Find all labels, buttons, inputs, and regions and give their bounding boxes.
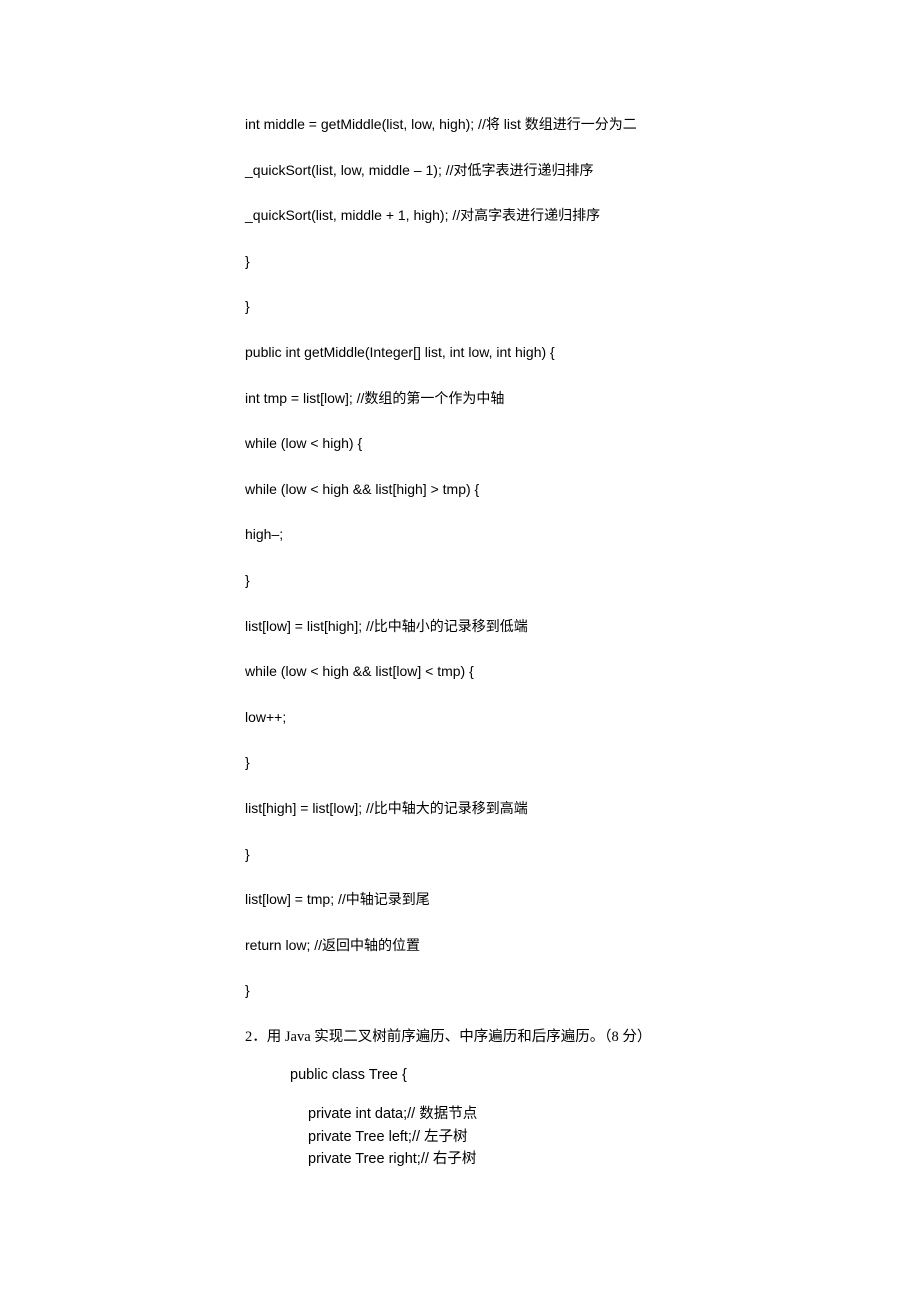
field-declaration: private Tree right;// 右子树 <box>0 1148 920 1170</box>
code-line: } <box>0 753 920 773</box>
code-line: } <box>0 845 920 865</box>
code-line: list[low] = tmp; //中轴记录到尾 <box>0 890 920 910</box>
code-line: int middle = getMiddle(list, low, high);… <box>0 115 920 135</box>
code-line: return low; //返回中轴的位置 <box>0 936 920 956</box>
class-declaration: public class Tree { <box>0 1065 920 1085</box>
code-line: public int getMiddle(Integer[] list, int… <box>0 343 920 363</box>
field-declaration: private Tree left;// 左子树 <box>0 1126 920 1148</box>
question-number: 2． <box>245 1029 267 1045</box>
code-line: } <box>0 981 920 1001</box>
code-line: } <box>0 252 920 272</box>
question-text: 用 Java 实现二叉树前序遍历、中序遍历和后序遍历。（8 分） <box>267 1029 652 1045</box>
document-page: int middle = getMiddle(list, low, high);… <box>0 0 920 1302</box>
code-line: while (low < high && list[low] < tmp) { <box>0 662 920 682</box>
code-line: _quickSort(list, low, middle – 1); //对低字… <box>0 161 920 181</box>
code-line: low++; <box>0 708 920 728</box>
code-line: } <box>0 297 920 317</box>
code-line: int tmp = list[low]; //数组的第一个作为中轴 <box>0 389 920 409</box>
field-declaration: private int data;// 数据节点 <box>0 1103 920 1125</box>
code-line: while (low < high && list[high] > tmp) { <box>0 480 920 500</box>
code-line: while (low < high) { <box>0 434 920 454</box>
question-2: 2．用 Java 实现二叉树前序遍历、中序遍历和后序遍历。（8 分） <box>0 1027 920 1047</box>
code-line: list[low] = list[high]; //比中轴小的记录移到低端 <box>0 617 920 637</box>
code-line: high–; <box>0 525 920 545</box>
code-line: } <box>0 571 920 591</box>
code-line: _quickSort(list, middle + 1, high); //对高… <box>0 206 920 226</box>
code-line: list[high] = list[low]; //比中轴大的记录移到高端 <box>0 799 920 819</box>
